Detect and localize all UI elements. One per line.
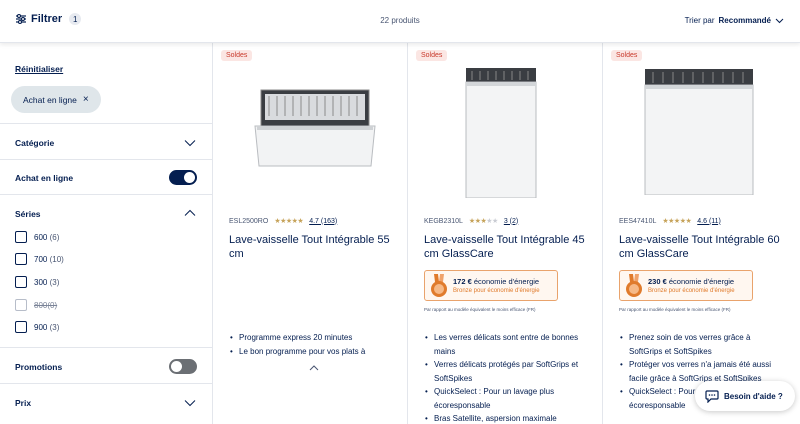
top-bar: Filtrer 1 22 produits Trier par Recomman…	[0, 0, 800, 43]
energy-label: économie d'énergie	[473, 277, 540, 286]
dishwasher-slim-image[interactable]	[464, 68, 538, 198]
sort-dropdown[interactable]: Trier par Recommandé	[685, 16, 784, 25]
feature-item: Le bon programme pour vos plats à	[229, 345, 389, 359]
divider	[0, 194, 212, 195]
series-count: (6)	[49, 232, 60, 242]
help-chat-button[interactable]: Besoin d'aide ?	[695, 381, 795, 411]
energy-subtitle: Bronze pour économie d'énergie	[453, 288, 540, 294]
promotions-toggle[interactable]	[169, 359, 197, 374]
product-card[interactable]: Soldes ESL2500RO ★★★★★ 4.7 (163) Lave-va…	[213, 43, 408, 424]
chevron-down-icon[interactable]	[184, 139, 196, 147]
series-label: 600	[34, 232, 48, 242]
close-icon[interactable]: ×	[83, 94, 89, 105]
sku-rating-row: EES47410L ★★★★★ 4.6 (11)	[619, 217, 721, 226]
medal-icon	[626, 274, 642, 297]
feature-item: Les verres délicats sont entre de bonnes…	[424, 331, 584, 358]
divider	[0, 159, 212, 160]
online-purchase-toggle[interactable]	[169, 170, 197, 185]
rating-link[interactable]: 4.6 (11)	[697, 218, 721, 225]
checkbox[interactable]	[15, 276, 27, 288]
feature-item: Bras Satellite, aspersion maximale	[424, 412, 584, 424]
energy-savings-text: 172 € économie d'énergie	[453, 277, 539, 286]
rating-link[interactable]: 4.7 (163)	[309, 218, 337, 225]
star-rating-icon: ★★★★★	[662, 218, 692, 225]
series-option-900[interactable]: 900 (3)	[15, 321, 59, 333]
product-sku: EES47410L	[619, 217, 657, 225]
chip-label: Achat en ligne	[23, 94, 77, 105]
product-sku: ESL2500RO	[229, 217, 269, 225]
medal-icon	[431, 274, 447, 297]
star-rating-icon: ★★★★★	[468, 218, 498, 225]
product-title[interactable]: Lave-vaisselle Tout Intégrable 60 cm Gla…	[619, 233, 789, 261]
sale-badge: Soldes	[611, 50, 643, 61]
energy-savings-badge: 172 € économie d'énergie Bronze pour éco…	[424, 270, 558, 301]
series-option-300[interactable]: 300 (3)	[15, 276, 59, 288]
series-count: (3)	[49, 277, 60, 287]
series-label: 900	[34, 322, 48, 332]
feature-item: Programme express 20 minutes	[229, 331, 389, 345]
category-section-title[interactable]: Catégorie	[15, 138, 54, 148]
series-option-600[interactable]: 600 (6)	[15, 231, 59, 243]
series-count: (10)	[49, 254, 64, 264]
energy-subtitle: Bronze pour économie d'énergie	[648, 288, 735, 294]
energy-amount: 230 €	[648, 277, 667, 286]
sort-value: Recommandé	[718, 16, 771, 25]
product-card[interactable]: Soldes EES47410L ★★★★★ 4.6 (11) Lave-vai…	[603, 43, 800, 424]
feature-list: Les verres délicats sont entre de bonnes…	[424, 331, 584, 424]
energy-fineprint: Par rapport au modèle équivalent le moin…	[619, 307, 731, 312]
feature-item: QuickSelect : Pour un lavage plus écores…	[424, 385, 584, 412]
sale-badge: Soldes	[416, 50, 448, 61]
checkbox	[15, 299, 27, 311]
chat-bubble-icon	[705, 389, 719, 403]
series-option-800: 800(0)	[15, 299, 57, 311]
price-section-title[interactable]: Prix	[15, 398, 31, 408]
energy-fineprint: Par rapport au modèle équivalent le moin…	[424, 307, 536, 312]
divider	[0, 347, 212, 348]
checkbox[interactable]	[15, 321, 27, 333]
energy-savings-badge: 230 € économie d'énergie Bronze pour éco…	[619, 270, 753, 301]
reset-filters-link[interactable]: Réinitialiser	[15, 64, 63, 74]
star-rating-icon: ★★★★★	[274, 218, 304, 225]
checkbox[interactable]	[15, 253, 27, 265]
product-title[interactable]: Lave-vaisselle Tout Intégrable 45 cm Gla…	[424, 233, 594, 261]
help-label: Besoin d'aide ?	[724, 391, 783, 401]
promotions-label: Promotions	[15, 362, 63, 372]
sku-rating-row: ESL2500RO ★★★★★ 4.7 (163)	[229, 217, 337, 226]
series-section-title[interactable]: Séries	[15, 209, 41, 219]
checkbox[interactable]	[15, 231, 27, 243]
product-title[interactable]: Lave-vaisselle Tout Intégrable 55 cm	[229, 233, 399, 261]
feature-item: Verres délicats protégés par SoftGrips e…	[424, 358, 584, 385]
sale-badge: Soldes	[221, 50, 253, 61]
online-purchase-label: Achat en ligne	[15, 173, 74, 183]
products-count: 22 produits	[380, 16, 420, 25]
active-filter-chip[interactable]: Achat en ligne ×	[11, 86, 101, 113]
series-count: (0)	[47, 300, 58, 310]
product-sku: KEGB2310L	[424, 217, 463, 225]
feature-item: Prenez soin de vos verres grâce à SoftGr…	[619, 331, 779, 358]
series-count: (3)	[49, 322, 60, 332]
chevron-up-icon[interactable]	[309, 365, 319, 371]
chevron-down-icon[interactable]	[184, 399, 196, 407]
toggle-knob	[171, 361, 182, 372]
toggle-knob	[184, 172, 195, 183]
dishwasher-compact-image[interactable]	[253, 86, 378, 169]
series-label: 800	[34, 300, 48, 310]
feature-list: Programme express 20 minutes Le bon prog…	[229, 331, 389, 358]
rating-link[interactable]: 3 (2)	[504, 218, 518, 225]
divider	[0, 383, 212, 384]
series-label: 300	[34, 277, 48, 287]
dishwasher-full-image[interactable]	[643, 69, 755, 195]
energy-savings-text: 230 € économie d'énergie	[648, 277, 734, 286]
energy-amount: 172 €	[453, 277, 472, 286]
sort-prefix: Trier par	[684, 16, 715, 25]
divider	[0, 123, 212, 124]
product-card[interactable]: Soldes KEGB2310L ★★★★★ 3 (2) Lave-vaisse…	[408, 43, 603, 424]
series-option-700[interactable]: 700 (10)	[15, 253, 64, 265]
sku-rating-row: KEGB2310L ★★★★★ 3 (2)	[424, 217, 518, 226]
energy-label: économie d'énergie	[668, 277, 735, 286]
filter-sidebar: Réinitialiser Achat en ligne × Catégorie…	[0, 43, 213, 424]
chevron-down-icon	[775, 18, 784, 23]
chevron-up-icon[interactable]	[184, 209, 196, 217]
series-label: 700	[34, 254, 48, 264]
